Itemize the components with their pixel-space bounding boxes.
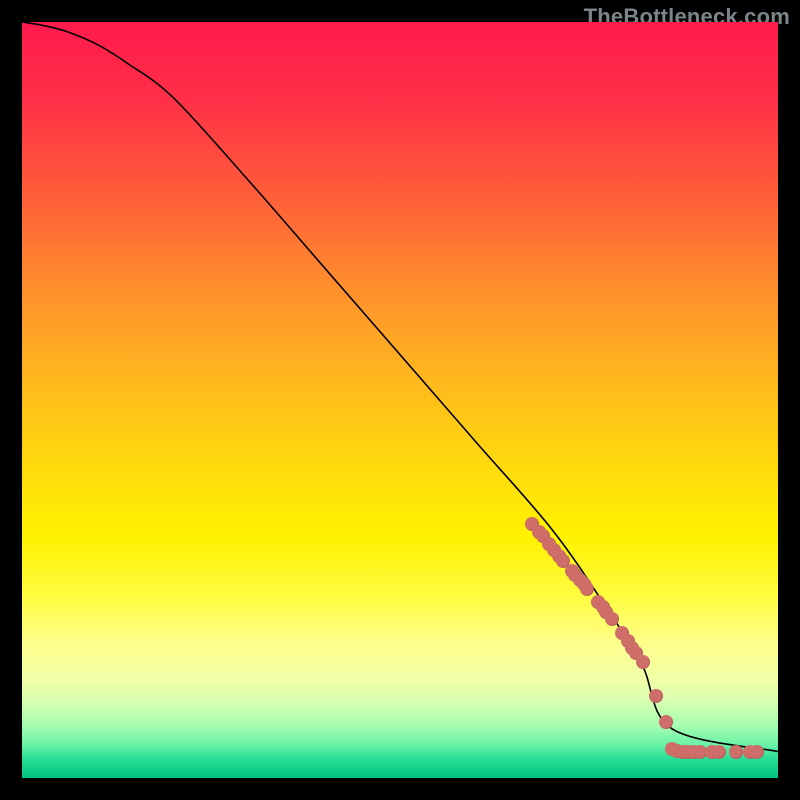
- data-point: [659, 715, 673, 729]
- plot-area: [22, 22, 778, 778]
- data-point: [750, 745, 764, 759]
- data-point: [580, 582, 594, 596]
- data-point: [605, 612, 619, 626]
- data-point: [729, 745, 743, 759]
- data-point: [636, 655, 650, 669]
- data-point: [649, 689, 663, 703]
- data-point: [712, 745, 726, 759]
- curve-line: [22, 22, 778, 778]
